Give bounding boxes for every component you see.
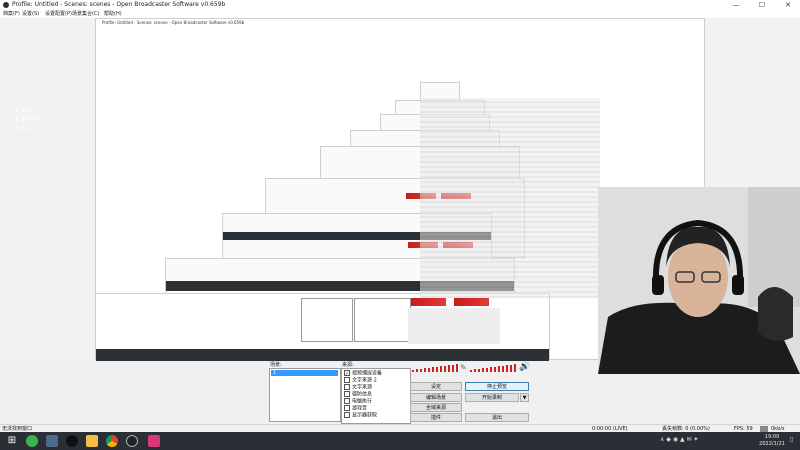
menu-scene-collection[interactable]: 场景集合(C) bbox=[72, 10, 99, 18]
folder-icon[interactable] bbox=[86, 435, 98, 447]
window-title: Profile: Untitled - Scenes: scenes - Ope… bbox=[12, 1, 226, 8]
mic-icon[interactable]: ✎ bbox=[460, 363, 467, 372]
clock-date: 2022/1/21 bbox=[759, 441, 785, 447]
tray-icons[interactable]: ∧ ◆ ◉ ▲ ✉ ✦ bbox=[660, 436, 698, 443]
close-button[interactable]: ✕ bbox=[776, 0, 800, 10]
checkbox-icon[interactable] bbox=[344, 384, 350, 390]
edit-scene-button[interactable]: 编辑场景 bbox=[410, 393, 462, 402]
recording-dropdown-button[interactable]: ▼ bbox=[520, 393, 529, 402]
menu-help[interactable]: 帮助(H) bbox=[104, 10, 122, 18]
checkbox-icon[interactable]: ✓ bbox=[344, 370, 350, 377]
nested-title: Profile: Untitled - Scenes: scenes - Ope… bbox=[102, 20, 245, 25]
sources-list[interactable]: ✓ 视频捕捉设备 文字来源 2 文字来源 德防信息 电脑执行 游戏音 显示器获取 bbox=[341, 368, 411, 424]
minimize-button[interactable]: — bbox=[724, 0, 748, 10]
stop-preview-button[interactable]: 停止预览 bbox=[465, 382, 529, 391]
clock-time: 19:09 bbox=[764, 434, 780, 440]
nested-frame bbox=[95, 293, 550, 361]
global-sources-button[interactable]: 全域来源 bbox=[410, 403, 462, 412]
qq-icon[interactable] bbox=[66, 435, 78, 447]
sources-label: 来源: bbox=[342, 362, 354, 368]
menu-file[interactable]: 档案(F) bbox=[3, 10, 20, 18]
source-item[interactable]: 电脑执行 bbox=[344, 398, 372, 405]
source-item[interactable]: 文字来源 2 bbox=[344, 377, 377, 384]
exit-button[interactable]: 退出 bbox=[465, 413, 529, 422]
start-icon[interactable]: ⊞ bbox=[6, 435, 18, 447]
desktop-volume-meter[interactable] bbox=[412, 364, 458, 372]
obs-icon[interactable] bbox=[126, 435, 138, 447]
wechat-icon[interactable] bbox=[26, 435, 38, 447]
clock[interactable]: 19:09 2022/1/21 bbox=[752, 434, 792, 448]
scenes-list[interactable]: 1 bbox=[269, 368, 341, 422]
source-item[interactable]: 显示器获取 bbox=[344, 412, 377, 419]
taskbar: ⊞ ∧ ◆ ◉ ▲ ✉ ✦ 19:09 2022/1/21 ▯ bbox=[0, 432, 800, 450]
checkbox-icon[interactable] bbox=[344, 398, 350, 404]
obs-logo-icon bbox=[3, 2, 9, 8]
source-item[interactable]: 德防信息 bbox=[344, 391, 372, 398]
source-item[interactable]: ✓ 视频捕捉设备 bbox=[344, 370, 382, 377]
scenes-label: 场景: bbox=[270, 362, 282, 368]
source-item[interactable]: 游戏音 bbox=[344, 405, 367, 412]
source-item[interactable]: 文字来源 bbox=[344, 384, 372, 391]
checkbox-icon[interactable] bbox=[344, 412, 350, 418]
snow-overlay: ❄ ❄ ❄ ❄ ❄ ❄ ❄ ❄ ❄ ❄ bbox=[14, 107, 40, 132]
menu-bar: 档案(F) 设置(S) 设置配置(P) 场景集合(C) 帮助(H) bbox=[0, 10, 800, 18]
checkbox-icon[interactable] bbox=[344, 391, 350, 397]
checkbox-icon[interactable] bbox=[344, 377, 350, 383]
mic-volume-meter[interactable] bbox=[470, 364, 518, 372]
app-icon[interactable] bbox=[148, 435, 160, 447]
settings-button[interactable]: 设定 bbox=[410, 382, 462, 391]
speaker-icon[interactable]: 🔊 bbox=[519, 362, 530, 372]
webcam-feed bbox=[598, 187, 800, 374]
chrome-icon[interactable] bbox=[106, 435, 118, 447]
notification-icon[interactable]: ▯ bbox=[790, 436, 793, 443]
maximize-button[interactable]: ☐ bbox=[750, 0, 774, 10]
person-image bbox=[598, 187, 800, 374]
start-recording-button[interactable]: 开始录制 bbox=[465, 393, 519, 402]
menu-profile[interactable]: 设置配置(P) bbox=[45, 10, 72, 18]
menu-settings[interactable]: 设置(S) bbox=[22, 10, 39, 18]
task-icon[interactable] bbox=[46, 435, 58, 447]
plugins-button[interactable]: 插件 bbox=[410, 413, 462, 422]
scene-item[interactable]: 1 bbox=[271, 370, 338, 376]
checkbox-icon[interactable] bbox=[344, 405, 350, 411]
